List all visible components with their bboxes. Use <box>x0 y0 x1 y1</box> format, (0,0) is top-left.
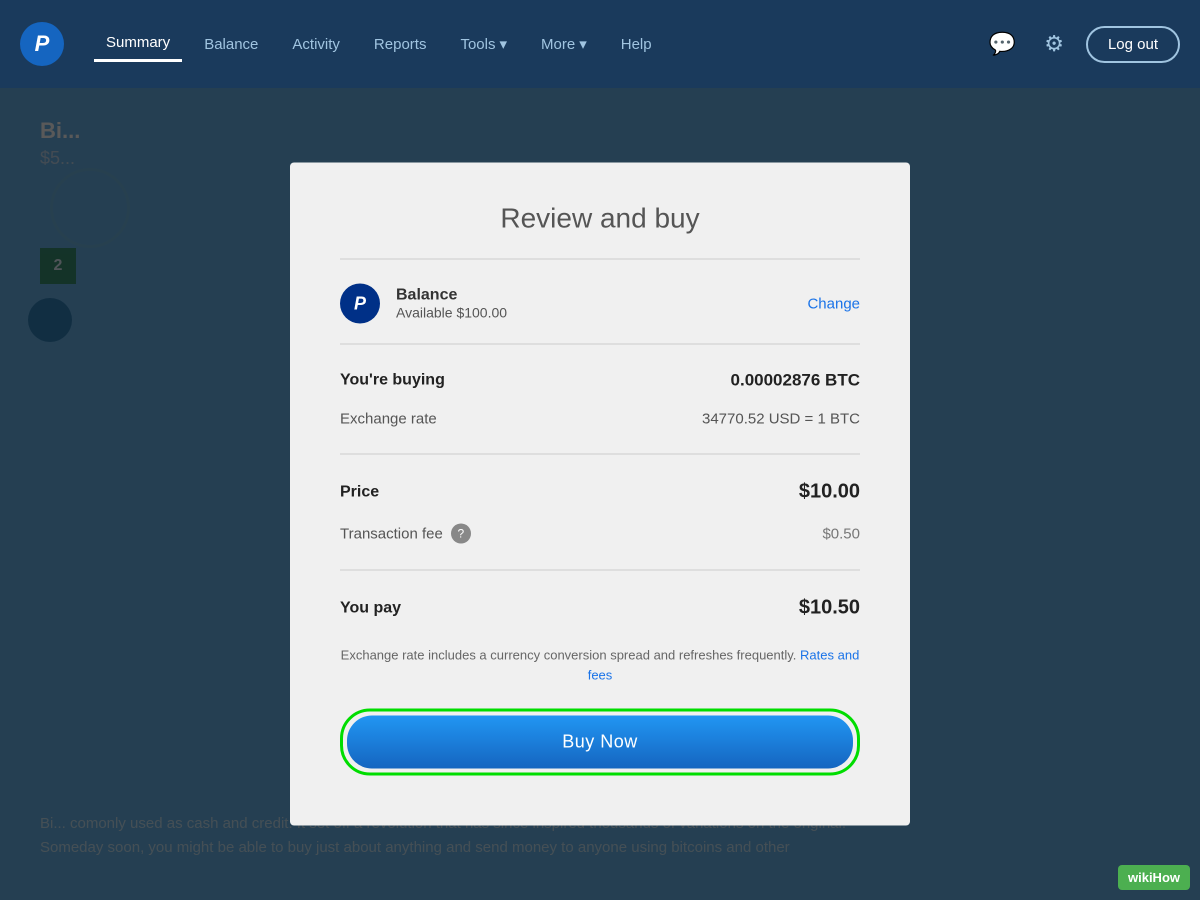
page-background: Bi... $5... 2 Bi... comonly used as cash… <box>0 88 1200 900</box>
exchange-rate-label: Exchange rate <box>340 411 437 428</box>
transaction-fee-row: Transaction fee ? $0.50 <box>340 514 860 554</box>
you-pay-label: You pay <box>340 599 401 617</box>
you-pay-value: $10.50 <box>799 597 860 620</box>
fee-divider <box>340 570 860 571</box>
exchange-note-text: Exchange rate includes a currency conver… <box>341 648 797 663</box>
messages-icon[interactable]: 💬 <box>983 25 1022 63</box>
you-pay-row: You pay $10.50 <box>340 587 860 630</box>
nav-item-help[interactable]: Help <box>609 28 664 61</box>
transaction-fee-label-group: Transaction fee ? <box>340 524 471 544</box>
exchange-rate-value: 34770.52 USD = 1 BTC <box>702 411 860 428</box>
nav-bar: Summary Balance Activity Reports Tools ▾… <box>94 26 953 62</box>
exchange-note: Exchange rate includes a currency conver… <box>340 646 860 685</box>
more-chevron-icon: ▾ <box>579 35 587 53</box>
nav-item-reports[interactable]: Reports <box>362 28 439 61</box>
nav-item-tools[interactable]: Tools ▾ <box>448 27 519 61</box>
header-actions: 💬 ⚙ Log out <box>983 25 1180 63</box>
review-buy-modal: Review and buy P Balance Available $100.… <box>290 163 910 826</box>
you-buying-row: You're buying 0.00002876 BTC <box>340 361 860 401</box>
payment-available: Available $100.00 <box>396 305 791 321</box>
settings-icon[interactable]: ⚙ <box>1038 25 1070 63</box>
payment-method-row: P Balance Available $100.00 Change <box>340 284 860 324</box>
price-row: Price $10.00 <box>340 471 860 514</box>
logout-button[interactable]: Log out <box>1086 26 1180 63</box>
title-divider <box>340 259 860 260</box>
wikihow-badge: wikiHow <box>1118 865 1190 890</box>
paypal-small-logo: P <box>340 284 380 324</box>
transaction-fee-label: Transaction fee <box>340 525 443 542</box>
you-buying-value: 0.00002876 BTC <box>731 371 860 391</box>
buying-divider <box>340 454 860 455</box>
transaction-fee-help-icon[interactable]: ? <box>451 524 471 544</box>
modal-title: Review and buy <box>340 203 860 235</box>
payment-divider <box>340 344 860 345</box>
tools-chevron-icon: ▾ <box>499 35 507 53</box>
buy-now-wrapper: Buy Now <box>340 709 860 776</box>
price-label: Price <box>340 483 379 501</box>
buy-now-button[interactable]: Buy Now <box>347 716 853 769</box>
exchange-rate-row: Exchange rate 34770.52 USD = 1 BTC <box>340 401 860 438</box>
paypal-logo: P <box>20 22 64 66</box>
payment-info: Balance Available $100.00 <box>396 287 791 321</box>
change-payment-link[interactable]: Change <box>807 295 860 312</box>
payment-label: Balance <box>396 287 791 305</box>
header: P Summary Balance Activity Reports Tools… <box>0 0 1200 88</box>
nav-item-balance[interactable]: Balance <box>192 28 270 61</box>
nav-item-summary[interactable]: Summary <box>94 26 182 62</box>
you-buying-label: You're buying <box>340 372 445 390</box>
nav-item-more[interactable]: More ▾ <box>529 27 599 61</box>
nav-item-activity[interactable]: Activity <box>280 28 352 61</box>
transaction-fee-value: $0.50 <box>822 525 860 542</box>
price-value: $10.00 <box>799 481 860 504</box>
